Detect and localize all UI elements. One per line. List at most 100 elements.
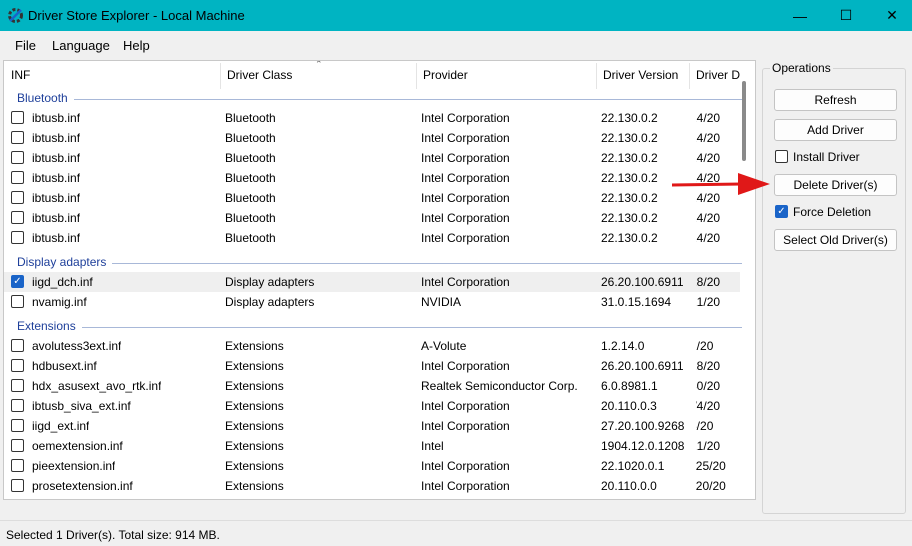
group-header[interactable]: Bluetooth bbox=[4, 89, 742, 109]
table-row[interactable]: ibtusb.inf Bluetooth Intel Corporation 2… bbox=[4, 108, 740, 128]
date-cell: 2/24/20 bbox=[696, 231, 721, 245]
row-checkbox[interactable] bbox=[11, 191, 24, 204]
select-old-drivers-button[interactable]: Select Old Driver(s) bbox=[774, 229, 897, 251]
row-checkbox[interactable] bbox=[11, 459, 24, 472]
table-row[interactable]: ibtusb.inf Bluetooth Intel Corporation 2… bbox=[4, 208, 740, 228]
provider-cell: Intel Corporation bbox=[421, 399, 510, 413]
inf-cell: iigd_dch.inf bbox=[32, 275, 93, 289]
driver-list[interactable]: INF ⌃ Driver Class Provider Driver Versi… bbox=[3, 60, 756, 500]
version-cell: 22.1020.0.1 bbox=[601, 459, 665, 473]
date-cell: 11/25/20 bbox=[696, 459, 726, 473]
status-text: Selected 1 Driver(s). Total size: 914 MB… bbox=[6, 528, 220, 542]
version-cell: 20.110.0.3 bbox=[601, 399, 657, 413]
group-name: Extensions bbox=[17, 319, 76, 333]
row-checkbox[interactable] bbox=[11, 295, 24, 308]
inf-cell: ibtusb.inf bbox=[32, 211, 81, 225]
row-checkbox[interactable] bbox=[11, 399, 24, 412]
table-row[interactable]: ibtusb.inf Bluetooth Intel Corporation 2… bbox=[4, 168, 740, 188]
column-inf[interactable]: INF bbox=[11, 68, 30, 82]
menu-help[interactable]: Help bbox=[123, 38, 150, 53]
row-checkbox[interactable] bbox=[11, 131, 24, 144]
class-cell: Extensions bbox=[225, 439, 284, 453]
inf-cell: hdbusext.inf bbox=[32, 359, 97, 373]
inf-cell: iigd_ext.inf bbox=[32, 419, 90, 433]
class-cell: Bluetooth bbox=[225, 131, 276, 145]
row-checkbox[interactable] bbox=[11, 339, 24, 352]
add-driver-button[interactable]: Add Driver bbox=[774, 119, 897, 141]
menu-language[interactable]: Language bbox=[52, 38, 110, 53]
row-checkbox[interactable] bbox=[11, 379, 24, 392]
column-driver-version[interactable]: Driver Version bbox=[603, 68, 678, 82]
group-name: Bluetooth bbox=[17, 91, 68, 105]
class-cell: Extensions bbox=[225, 419, 284, 433]
table-row[interactable]: hdbusext.inf Extensions Intel Corporatio… bbox=[4, 356, 740, 376]
provider-cell: Intel Corporation bbox=[421, 131, 510, 145]
provider-cell: Intel Corporation bbox=[421, 111, 510, 125]
version-cell: 1.2.14.0 bbox=[601, 339, 645, 353]
table-row[interactable]: ✓ iigd_dch.inf Display adapters Intel Co… bbox=[4, 272, 740, 292]
provider-cell: Realtek Semiconductor Corp. bbox=[421, 379, 578, 393]
table-row[interactable]: prosetextension.inf Extensions Intel Cor… bbox=[4, 476, 740, 496]
column-provider[interactable]: Provider bbox=[423, 68, 468, 82]
row-checkbox[interactable] bbox=[11, 231, 24, 244]
row-checkbox[interactable] bbox=[11, 171, 24, 184]
row-checkbox[interactable]: ✓ bbox=[11, 275, 24, 288]
inf-cell: ibtusb.inf bbox=[32, 231, 81, 245]
table-row[interactable]: ibtusb.inf Bluetooth Intel Corporation 2… bbox=[4, 188, 740, 208]
date-cell: 7/21/20 bbox=[696, 295, 721, 309]
date-cell: 2/24/20 bbox=[696, 131, 721, 145]
group-divider bbox=[82, 327, 742, 328]
column-driver-date[interactable]: Driver D bbox=[696, 68, 742, 82]
table-row[interactable]: ibtusb.inf Bluetooth Intel Corporation 2… bbox=[4, 148, 740, 168]
row-checkbox[interactable] bbox=[11, 439, 24, 452]
row-checkbox[interactable] bbox=[11, 111, 24, 124]
refresh-button[interactable]: Refresh bbox=[774, 89, 897, 111]
version-cell: 22.130.0.2 bbox=[601, 171, 658, 185]
provider-cell: Intel bbox=[421, 439, 444, 453]
row-checkbox[interactable] bbox=[11, 479, 24, 492]
menu-file[interactable]: File bbox=[15, 38, 36, 53]
provider-cell: Intel Corporation bbox=[421, 171, 510, 185]
table-row[interactable]: hdx_asusext_avo_rtk.inf Extensions Realt… bbox=[4, 376, 740, 396]
inf-cell: ibtusb.inf bbox=[32, 131, 81, 145]
row-checkbox[interactable] bbox=[11, 151, 24, 164]
inf-cell: nvamig.inf bbox=[32, 295, 87, 309]
maximize-button[interactable]: ☐ bbox=[823, 0, 869, 31]
close-button[interactable]: ✕ bbox=[869, 0, 912, 31]
inf-cell: ibtusb.inf bbox=[32, 151, 81, 165]
list-header: INF ⌃ Driver Class Provider Driver Versi… bbox=[4, 61, 744, 91]
inf-cell: ibtusb_siva_ext.inf bbox=[32, 399, 131, 413]
group-header[interactable]: Display adapters bbox=[4, 253, 742, 273]
table-row[interactable]: ibtusb.inf Bluetooth Intel Corporation 2… bbox=[4, 228, 740, 248]
delete-drivers-button[interactable]: Delete Driver(s) bbox=[774, 174, 897, 196]
table-row[interactable]: avolutess3ext.inf Extensions A-Volute 1.… bbox=[4, 336, 740, 356]
provider-cell: NVIDIA bbox=[421, 295, 462, 309]
date-cell: 6/30/20 bbox=[696, 379, 721, 393]
status-bar: Selected 1 Driver(s). Total size: 914 MB… bbox=[0, 520, 912, 546]
column-driver-class[interactable]: Driver Class bbox=[227, 68, 292, 82]
inf-cell: ibtusb.inf bbox=[32, 171, 81, 185]
table-row[interactable]: ibtusb_siva_ext.inf Extensions Intel Cor… bbox=[4, 396, 740, 416]
minimize-button[interactable]: — bbox=[777, 0, 823, 31]
table-row[interactable]: iigd_ext.inf Extensions Intel Corporatio… bbox=[4, 416, 740, 436]
vertical-scrollbar[interactable] bbox=[742, 81, 746, 161]
row-checkbox[interactable] bbox=[11, 211, 24, 224]
table-row[interactable]: oemextension.inf Extensions Intel 1904.1… bbox=[4, 436, 740, 456]
inf-cell: avolutess3ext.inf bbox=[32, 339, 122, 353]
row-checkbox[interactable] bbox=[11, 359, 24, 372]
date-cell: 2/24/20 bbox=[696, 211, 721, 225]
table-row[interactable]: pieextension.inf Extensions Intel Corpor… bbox=[4, 456, 740, 476]
menu-bar: File Language Help bbox=[0, 31, 912, 58]
row-checkbox[interactable] bbox=[11, 419, 24, 432]
table-row[interactable]: ibtusb.inf Bluetooth Intel Corporation 2… bbox=[4, 128, 740, 148]
inf-cell: prosetextension.inf bbox=[32, 479, 133, 493]
class-cell: Display adapters bbox=[225, 275, 315, 289]
version-cell: 27.20.100.9268 bbox=[601, 419, 685, 433]
version-cell: 22.130.0.2 bbox=[601, 111, 658, 125]
provider-cell: Intel Corporation bbox=[421, 419, 510, 433]
group-divider bbox=[74, 99, 742, 100]
class-cell: Extensions bbox=[225, 359, 284, 373]
date-cell: 12/4/20 bbox=[696, 399, 721, 413]
table-row[interactable]: nvamig.inf Display adapters NVIDIA 31.0.… bbox=[4, 292, 740, 312]
group-header[interactable]: Extensions bbox=[4, 317, 742, 337]
